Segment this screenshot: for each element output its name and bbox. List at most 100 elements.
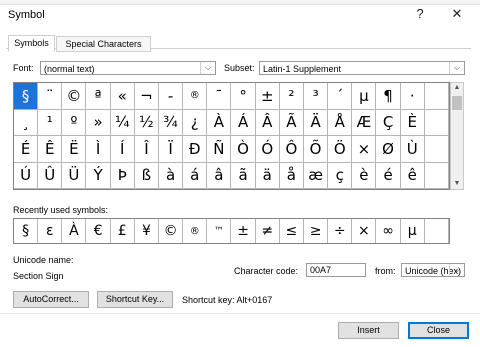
symbol-cell[interactable]: ¼ [110,109,135,136]
symbol-cell[interactable]: È [400,109,425,136]
close-button[interactable]: Close [408,322,469,339]
symbol-cell[interactable]: Ë [62,136,87,163]
close-window-button[interactable]: ✕ [446,5,468,23]
symbol-cell[interactable]: Ã [279,109,304,136]
symbol-cell[interactable]: À [207,109,232,136]
symbol-cell[interactable]: Â [255,109,280,136]
subset-select[interactable]: Latin-1 Supplement ⌵ [259,61,465,75]
symbol-cell[interactable]: Ç [376,109,401,136]
symbol-cell[interactable]: µ [352,83,377,110]
symbol-cell[interactable]: ¸ [14,109,39,136]
symbol-cell[interactable]: è [352,162,377,189]
symbol-cell[interactable]: Ð [183,136,208,163]
symbol-cell[interactable]: ¾ [158,109,184,136]
symbol-cell[interactable]: ê [400,162,425,189]
symbol-cell[interactable]: Ó [255,136,280,163]
symbol-cell[interactable]: Î [134,136,159,163]
symbol-cell[interactable]: ¨ [38,83,63,110]
symbol-cell[interactable]: ¿ [183,109,208,136]
symbol-cell[interactable]: å [279,162,304,189]
symbol-cell[interactable]: Ú [14,162,39,189]
symbol-cell[interactable]: º [62,109,87,136]
recent-symbol-cell[interactable]: ™ [207,219,232,243]
tab-special-characters[interactable]: Special Characters [56,36,151,52]
symbol-cell[interactable]: ß [134,162,159,189]
symbol-cell[interactable]: Ô [279,136,304,163]
scrollbar-thumb[interactable] [452,96,462,110]
recent-symbol-cell[interactable] [425,219,449,243]
recent-symbol-cell[interactable]: ® [183,219,208,243]
symbol-cell[interactable]: â [207,162,232,189]
symbol-cell[interactable]: » [86,109,111,136]
help-button[interactable]: ? [409,5,431,23]
symbol-cell[interactable]: Û [38,162,63,189]
symbol-cell[interactable]: ¹ [38,109,63,136]
symbol-cell[interactable]: ³ [303,83,329,110]
recent-symbol-cell[interactable]: ≤ [280,219,304,243]
symbol-cell[interactable]: Í [110,136,135,163]
recent-symbol-cell[interactable]: § [14,219,39,243]
recent-symbol-cell[interactable]: £ [111,219,135,243]
recent-symbol-cell[interactable]: µ [401,219,425,243]
tab-symbols[interactable]: Symbols [8,35,55,52]
insert-button[interactable]: Insert [338,322,399,339]
scroll-up-icon[interactable]: ▲ [451,84,463,91]
symbol-cell[interactable]: ¶ [376,83,401,110]
recent-symbol-cell[interactable]: ≠ [256,219,280,243]
symbol-cell[interactable] [424,162,449,189]
symbol-cell[interactable]: æ [303,162,329,189]
symbol-cell[interactable] [424,136,449,163]
symbol-cell[interactable]: ® [183,83,208,110]
character-code-field[interactable]: 00A7 [306,263,366,277]
symbol-cell[interactable]: ä [255,162,280,189]
symbol-cell[interactable]: Þ [110,162,135,189]
symbol-cell[interactable]: Ø [376,136,401,163]
symbol-cell[interactable]: ´ [328,83,353,110]
symbol-cell[interactable]: Æ [352,109,377,136]
symbol-cell[interactable]: ± [255,83,280,110]
symbol-cell[interactable]: ² [279,83,304,110]
symbol-cell[interactable]: Ï [158,136,184,163]
recent-symbol-cell[interactable]: × [352,219,377,243]
shortcut-key-button[interactable]: Shortcut Key... [97,291,173,308]
symbol-cell[interactable]: § [14,83,39,110]
symbol-cell[interactable]: Ò [231,136,256,163]
symbol-cell[interactable]: Ü [62,162,87,189]
recent-symbol-cell[interactable]: ε [38,219,63,243]
symbol-cell[interactable]: Ý [86,162,111,189]
recent-symbol-cell[interactable]: ÷ [328,219,353,243]
symbol-cell[interactable]: ¯ [207,83,232,110]
recent-symbol-cell[interactable]: ≥ [304,219,329,243]
symbol-cell[interactable]: Á [231,109,256,136]
symbol-cell[interactable]: É [14,136,39,163]
symbol-cell[interactable]: ã [231,162,256,189]
symbol-cell[interactable]: · [400,83,425,110]
symbol-cell[interactable]: Ù [400,136,425,163]
symbol-cell[interactable]: ç [328,162,353,189]
symbol-cell[interactable]: à [158,162,184,189]
symbol-cell[interactable]: Ö [328,136,353,163]
symbol-cell[interactable]: Õ [303,136,329,163]
symbol-cell[interactable]: Ä [303,109,329,136]
recent-symbol-cell[interactable]: ∞ [376,219,401,243]
symbol-cell[interactable]: Ñ [207,136,232,163]
symbol-cell[interactable]: © [62,83,87,110]
symbol-cell[interactable]: - [158,83,184,110]
symbol-cell[interactable]: ¬ [134,83,159,110]
recent-symbol-cell[interactable]: ± [231,219,256,243]
recent-symbol-cell[interactable]: À [62,219,87,243]
recent-symbol-cell[interactable]: © [159,219,184,243]
font-select[interactable]: (normal text) ⌵ [40,61,216,75]
symbol-cell[interactable]: á [183,162,208,189]
recent-symbol-cell[interactable]: ¥ [135,219,159,243]
symbol-cell[interactable]: Ì [86,136,111,163]
symbol-cell[interactable]: ° [231,83,256,110]
symbol-cell[interactable] [424,109,449,136]
symbol-cell[interactable]: Ê [38,136,63,163]
symbol-cell[interactable]: × [352,136,377,163]
autocorrect-button[interactable]: AutoCorrect... [13,291,89,308]
symbol-cell[interactable]: é [376,162,401,189]
symbol-cell[interactable]: ½ [134,109,159,136]
from-select[interactable]: Unicode (hex) ⌵ [401,263,465,277]
symbol-cell[interactable]: « [110,83,135,110]
